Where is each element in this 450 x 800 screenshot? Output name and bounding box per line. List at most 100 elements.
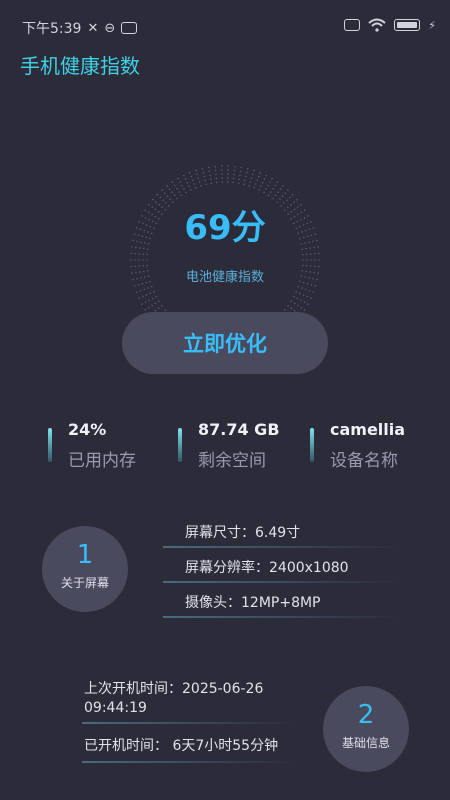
ring-dot	[214, 165, 216, 168]
ring-dot	[221, 169, 223, 171]
ring-dot	[130, 259, 132, 261]
info-text: 屏幕分辨率：2400x1080	[185, 560, 349, 576]
sim-icon	[344, 19, 361, 31]
ring-dot	[208, 170, 211, 173]
ring-dot	[232, 177, 235, 180]
ring-dot	[302, 253, 304, 256]
optimize-button[interactable]: 立即优化	[122, 312, 328, 374]
ring-dot	[191, 179, 194, 182]
stat-indicator-bar	[48, 428, 52, 462]
ring-dot	[171, 191, 173, 194]
ring-dot	[239, 174, 241, 177]
ring-dot	[270, 191, 272, 193]
status-bar: 下午5:39 ✕ ⊖ ⚡	[0, 0, 450, 40]
stat-value: 24%	[68, 420, 107, 439]
ring-dot	[302, 259, 304, 261]
info-text: 摄像头：12MP+8MP	[185, 595, 321, 611]
ring-dot	[244, 179, 246, 182]
ring-dot	[205, 183, 207, 186]
ring-dot	[234, 165, 236, 168]
ring-dot	[288, 196, 291, 199]
ring-dot	[198, 181, 201, 183]
stat-indicator-bar	[310, 428, 314, 462]
ring-dot	[314, 259, 316, 261]
ring-dot	[253, 186, 256, 189]
ring-dot	[300, 306, 303, 309]
ring-dot	[188, 185, 190, 188]
ring-dot	[180, 194, 183, 197]
ring-dot	[147, 287, 149, 289]
stat-memory: 24% 已用内存	[48, 420, 158, 480]
ring-dot	[195, 169, 197, 172]
ring-dot	[260, 185, 262, 188]
ring-dot	[274, 194, 277, 197]
ring-dot	[279, 188, 282, 190]
ring-dot	[182, 174, 185, 177]
app-notification-icon	[121, 22, 138, 34]
ring-dot	[239, 170, 242, 173]
section-caption: 基础信息	[341, 736, 390, 750]
basic-info-button[interactable]: 2 基础信息	[323, 686, 409, 772]
stat-device-name: camellia 设备名称	[310, 420, 430, 480]
ring-dot	[310, 259, 312, 261]
ring-dot	[306, 259, 308, 261]
ring-dot	[166, 195, 169, 197]
ring-dot	[196, 173, 198, 176]
ring-dot	[155, 295, 157, 298]
ring-dot	[267, 194, 270, 197]
row-divider	[163, 616, 403, 618]
battery-icon	[394, 19, 421, 31]
ring-dot	[200, 185, 202, 187]
section-number: 2	[357, 700, 375, 730]
row-divider	[82, 722, 300, 724]
ring-dot	[151, 297, 154, 300]
ring-dot	[209, 178, 212, 181]
ring-dot	[221, 177, 223, 179]
stat-storage: 87.74 GB 剩余空间	[178, 420, 298, 480]
ring-dot	[188, 172, 191, 174]
ring-dot	[150, 285, 153, 288]
ring-dot	[216, 181, 218, 184]
ring-dot	[317, 252, 320, 255]
section-number: 1	[76, 540, 94, 570]
ring-dot	[293, 302, 296, 305]
ring-dot	[261, 181, 264, 184]
ring-dot	[215, 173, 217, 176]
ring-dot	[240, 166, 243, 169]
ring-dot	[227, 177, 229, 179]
ring-dot	[259, 172, 262, 174]
ring-dot	[163, 192, 166, 194]
ring-dot	[221, 173, 223, 175]
about-screen-button[interactable]: 1 关于屏幕	[42, 526, 128, 612]
ring-dot	[272, 187, 274, 190]
ring-dot	[142, 253, 144, 256]
ring-dot	[159, 196, 162, 199]
ring-dot	[245, 175, 247, 178]
ring-dot	[297, 285, 300, 288]
ring-dot	[184, 178, 187, 180]
ring-dot	[197, 177, 200, 180]
ring-dot	[307, 303, 309, 305]
ring-dot	[158, 300, 160, 303]
ring-dot	[309, 253, 312, 255]
ring-dot	[138, 259, 140, 261]
sync-icon: ⊖	[104, 20, 116, 36]
ring-dot	[142, 259, 144, 261]
ring-dot	[227, 173, 229, 175]
ring-dot	[148, 299, 150, 302]
ring-dot	[243, 183, 245, 186]
ring-dot	[190, 189, 192, 191]
stat-indicator-bar	[178, 428, 182, 462]
ring-dot	[314, 285, 317, 287]
ring-dot	[166, 185, 168, 187]
ring-dot	[290, 300, 292, 303]
ring-dot	[263, 178, 266, 180]
ring-dot	[181, 184, 183, 187]
ring-dot	[220, 165, 223, 167]
ring-dot	[134, 259, 136, 261]
ring-dot	[146, 253, 148, 256]
ring-dot	[134, 252, 137, 255]
ring-dot	[265, 188, 267, 190]
ring-dot	[138, 297, 140, 300]
ring-dot	[277, 191, 279, 194]
